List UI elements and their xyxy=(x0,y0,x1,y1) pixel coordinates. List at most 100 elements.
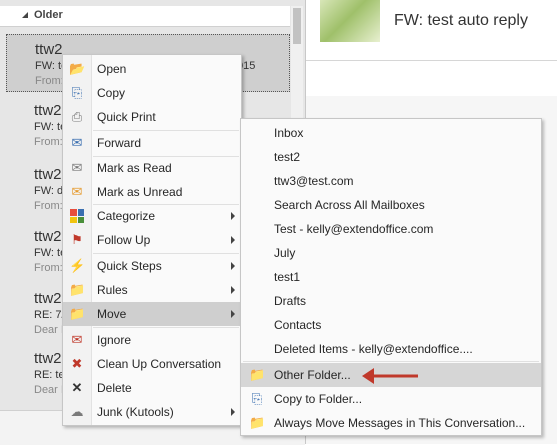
always-move-item[interactable]: 📁 Always Move Messages in This Conversat… xyxy=(241,411,541,435)
context-menu: 📂 Open ⎘ Copy ⎙ Quick Print ✉ Forward ✉ … xyxy=(62,54,242,426)
folder-open-icon: 📂 xyxy=(69,61,86,76)
mail-subject: RE: 7/ xyxy=(34,309,65,321)
folder-item-search-all[interactable]: Search Across All Mailboxes xyxy=(241,193,541,217)
folder-label: Test - kelly@extendoffice.com xyxy=(274,222,434,236)
menu-item-mark-unread[interactable]: ✉ Mark as Unread xyxy=(63,180,241,204)
menu-item-label: Mark as Read xyxy=(97,161,172,175)
folder-item-drafts[interactable]: Drafts xyxy=(241,289,541,313)
menu-item-label: Quick Print xyxy=(97,110,156,124)
menu-item-ignore[interactable]: ✉ Ignore xyxy=(63,328,241,352)
menu-item-label: Mark as Unread xyxy=(97,185,183,199)
menu-item-rules[interactable]: 📁 Rules xyxy=(63,278,241,302)
folder-label: Drafts xyxy=(274,294,307,308)
copy-to-folder-item[interactable]: ⎘ Copy to Folder... xyxy=(241,387,541,411)
menu-item-follow-up[interactable]: ⚑ Follow Up xyxy=(63,228,241,252)
lightning-icon: ⚡ xyxy=(69,258,86,273)
ignore-icon: ✉ xyxy=(71,332,83,347)
annotation-arrow-icon xyxy=(362,368,418,384)
folder-label: Deleted Items - kelly@extendoffice.... xyxy=(274,342,473,356)
submenu-arrow-icon xyxy=(231,212,235,220)
scrollbar-thumb[interactable] xyxy=(293,8,301,44)
other-folder-icon: 📁 xyxy=(249,367,266,382)
menu-item-label: Move xyxy=(97,307,127,321)
mail-preview: Dear I xyxy=(34,324,64,336)
categorize-icon xyxy=(70,209,84,223)
menu-item-forward[interactable]: ✉ Forward xyxy=(63,131,241,155)
menu-item-label: Open xyxy=(97,62,127,76)
menu-item-label: Forward xyxy=(97,136,142,150)
mail-sender: ttw2 xyxy=(34,350,62,367)
cleanup-icon: ✖ xyxy=(71,356,83,371)
folder-label: test2 xyxy=(274,150,301,164)
delete-x-icon: ✕ xyxy=(71,380,83,395)
print-icon: ⎙ xyxy=(71,109,83,124)
folder-item-test1[interactable]: test1 xyxy=(241,265,541,289)
mail-sender: ttw2 xyxy=(34,102,62,119)
copy-icon: ⎘ xyxy=(71,85,83,100)
mail-sender: ttw2 xyxy=(34,290,62,307)
always-move-icon: 📁 xyxy=(249,415,266,430)
menu-item-copy[interactable]: ⎘ Copy xyxy=(63,81,241,105)
menu-item-move[interactable]: 📁 Move xyxy=(63,302,241,326)
menu-item-junk-kutools[interactable]: ☁ Junk (Kutools) xyxy=(63,400,241,424)
menu-item-delete[interactable]: ✕ Delete xyxy=(63,376,241,400)
mail-sender: ttw2 xyxy=(34,166,62,183)
move-folder-icon: 📁 xyxy=(69,306,86,321)
menu-item-open[interactable]: 📂 Open xyxy=(63,57,241,81)
menu-item-label: Delete xyxy=(97,381,132,395)
mail-preview: From: xyxy=(34,136,63,148)
menu-item-quick-print[interactable]: ⎙ Quick Print xyxy=(63,105,241,129)
menu-item-label: Quick Steps xyxy=(97,259,162,273)
menu-item-label: Ignore xyxy=(97,333,132,347)
menu-item-label: Copy xyxy=(97,86,126,100)
rules-icon: 📁 xyxy=(69,282,86,297)
menu-item-categorize[interactable]: Categorize xyxy=(63,204,241,228)
folder-label: Search Across All Mailboxes xyxy=(274,198,425,212)
folder-label: ttw3@test.com xyxy=(274,174,354,188)
mail-preview: From: xyxy=(34,262,63,274)
folder-label: Inbox xyxy=(274,126,304,140)
envelope-icon: ✉ xyxy=(71,184,83,199)
folder-label: Contacts xyxy=(274,318,322,332)
submenu-arrow-icon xyxy=(231,408,235,416)
reading-pane-header: FW: test auto reply xyxy=(320,0,557,44)
sender-photo xyxy=(320,0,380,42)
menu-item-label: Categorize xyxy=(97,209,156,223)
submenu-arrow-icon xyxy=(231,310,235,318)
group-label: Older xyxy=(34,9,63,21)
mail-preview: From: xyxy=(35,75,64,87)
copy-to-folder-icon: ⎘ xyxy=(251,391,263,406)
submenu-arrow-icon xyxy=(231,262,235,270)
message-title: FW: test auto reply xyxy=(394,12,528,29)
menu-item-clean-up[interactable]: ✖ Clean Up Conversation xyxy=(63,352,241,376)
mail-subject: RE: te xyxy=(34,369,65,381)
folder-label: Copy to Folder... xyxy=(274,392,363,406)
menu-item-mark-read[interactable]: ✉ Mark as Read xyxy=(63,156,241,180)
folder-item-deleted-items[interactable]: Deleted Items - kelly@extendoffice.... xyxy=(241,337,541,361)
menu-item-quick-steps[interactable]: ⚡ Quick Steps xyxy=(63,254,241,278)
folder-item-inbox[interactable]: Inbox xyxy=(241,121,541,145)
folder-item-test2[interactable]: test2 xyxy=(241,145,541,169)
folder-item-test-kelly[interactable]: Test - kelly@extendoffice.com xyxy=(241,217,541,241)
menu-item-label: Junk (Kutools) xyxy=(97,405,174,419)
forward-icon: ✉ xyxy=(71,135,83,150)
mail-preview: From: xyxy=(34,200,63,212)
divider xyxy=(306,60,557,61)
menu-item-label: Clean Up Conversation xyxy=(97,357,222,371)
folder-label: test1 xyxy=(274,270,301,284)
group-header-older[interactable]: Older xyxy=(0,6,290,27)
menu-item-label: Follow Up xyxy=(97,233,151,247)
collapse-triangle-icon[interactable] xyxy=(22,12,28,18)
menu-item-label: Rules xyxy=(97,283,128,297)
submenu-arrow-icon xyxy=(231,236,235,244)
mail-sender: ttw2 xyxy=(35,41,63,58)
folder-item-july[interactable]: July xyxy=(241,241,541,265)
folder-label: Other Folder... xyxy=(274,368,351,382)
submenu-arrow-icon xyxy=(231,286,235,294)
flag-icon: ⚑ xyxy=(71,232,83,247)
folder-item-contacts[interactable]: Contacts xyxy=(241,313,541,337)
folder-label: July xyxy=(274,246,296,260)
folder-item-ttw3[interactable]: ttw3@test.com xyxy=(241,169,541,193)
junk-icon: ☁ xyxy=(70,404,84,419)
mail-subject: FW: d xyxy=(34,185,64,197)
